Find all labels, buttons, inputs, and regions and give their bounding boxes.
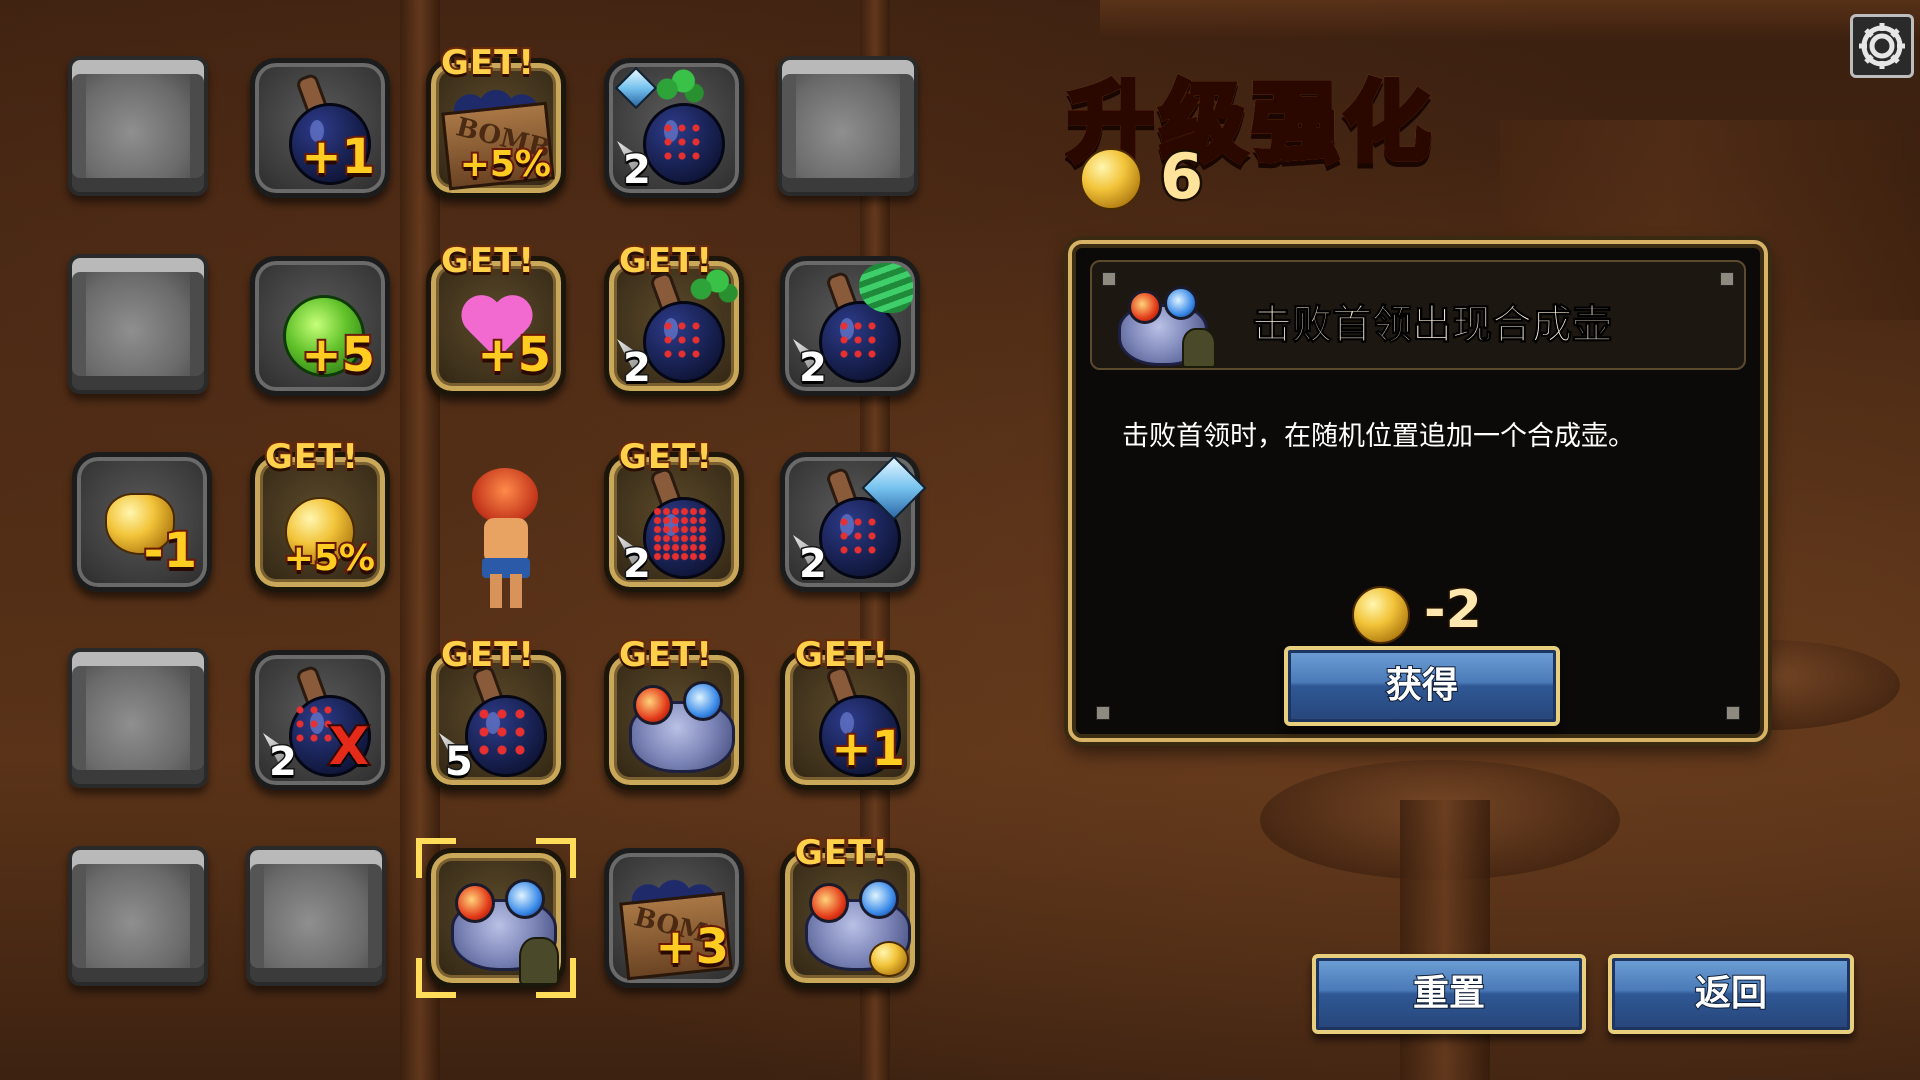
tile-bonus: +1 (299, 127, 377, 187)
locked-slot (246, 846, 386, 986)
tile-bonus: +5 (475, 325, 553, 385)
panel-title: 击败首领出现合成壶 (1252, 302, 1613, 349)
locked-slot (778, 56, 918, 196)
blast-pattern-icon (837, 319, 877, 359)
reset-button[interactable]: 重置 (1312, 954, 1586, 1034)
blast-pattern-icon (837, 515, 877, 555)
get-badge: GET! (263, 435, 360, 479)
coin-bag-icon (869, 941, 909, 977)
blast-pattern-icon (661, 121, 701, 161)
leaf-icon (685, 265, 739, 305)
upgrade-tile-bomb-count[interactable]: GET! 5 (426, 633, 566, 790)
rivet-icon (1726, 706, 1740, 720)
tile-count: 2 (622, 344, 653, 393)
locked-slot (68, 846, 208, 986)
settings-button[interactable] (1850, 14, 1914, 78)
back-button[interactable]: 返回 (1608, 954, 1854, 1034)
panel-description: 击败首领时，在随机位置追加一个合成壶。 (1122, 421, 1635, 452)
upgrade-tile-pot-coin[interactable]: GET! (780, 831, 920, 988)
upgrade-tile-bomb-grid[interactable]: GET! 2 (604, 435, 744, 592)
blast-pattern-icon (661, 319, 701, 359)
upgrade-detail-panel: 击败首领出现合成壶 击败首领时，在随机位置追加一个合成壶。 -2 获得 (1068, 240, 1768, 742)
tile-count: 2 (798, 540, 829, 589)
gold-coin-icon (1352, 586, 1410, 644)
cross-mark: X (327, 715, 371, 779)
gold-coin-icon (1080, 148, 1142, 210)
tile-count: 2 (622, 540, 653, 589)
upgrade-tile-coin-bag[interactable]: -1 (72, 452, 212, 592)
upgrade-tile-bomb-leaf[interactable]: GET! 2 (604, 239, 744, 396)
upgrade-tile-bomb-plus-gold[interactable]: GET! +1 (780, 633, 920, 790)
tile-count: 2 (268, 738, 299, 787)
tile-count: 2 (798, 344, 829, 393)
locked-slot (68, 648, 208, 788)
blast-pattern-icon (653, 507, 707, 561)
gear-icon (1859, 23, 1905, 69)
red-eye-icon (809, 883, 849, 923)
tile-bonus: +5 (299, 325, 377, 385)
upgrade-tile-bomb-crate[interactable]: GET! BOMB +5% (426, 41, 566, 198)
tile-bonus: +5% (458, 142, 553, 187)
get-badge: GET! (439, 239, 536, 283)
blue-eye-icon (683, 681, 723, 721)
get-badge: GET! (617, 633, 714, 677)
get-badge: GET! (439, 41, 536, 85)
upgrade-tile-bomb-plus[interactable]: +1 (250, 58, 390, 198)
upgrade-tile-bomb-gems[interactable]: 2 (604, 58, 744, 198)
pot-boss-icon (1112, 276, 1222, 368)
upgrade-tile-bomb-wind[interactable]: 2 (780, 256, 920, 396)
tile-bonus: +3 (653, 917, 731, 977)
rivet-icon (1720, 272, 1734, 286)
blue-eye-icon (859, 879, 899, 919)
locked-slot (68, 56, 208, 196)
upgrade-tile-pot[interactable]: GET! (604, 633, 744, 790)
upgrade-tile-gem[interactable]: +5 (250, 256, 390, 396)
currency-amount: 6 (1157, 138, 1205, 216)
blast-pattern-icon (475, 705, 529, 759)
player-character (450, 462, 560, 612)
tile-count: 5 (444, 738, 475, 787)
red-eye-icon (633, 685, 673, 725)
upgrade-cost: -2 (1422, 578, 1484, 642)
tile-bonus: +5% (282, 536, 377, 581)
panel-header: 击败首领出现合成壶 (1090, 260, 1746, 370)
tile-bonus: -1 (142, 521, 199, 581)
upgrade-tile-bomb-crate-plus[interactable]: BOMB +3 (604, 848, 744, 988)
upgrade-tile-bomb-cross[interactable]: 2 X (250, 650, 390, 790)
obtain-button[interactable]: 获得 (1284, 646, 1560, 726)
upgrade-tile-heart[interactable]: GET! +5 (426, 239, 566, 396)
tile-count: 2 (622, 146, 653, 195)
blast-pattern-icon (293, 703, 333, 743)
tile-bonus: +1 (829, 719, 907, 779)
rivet-icon (1096, 706, 1110, 720)
leaf-icon (651, 65, 705, 105)
get-badge: GET! (793, 831, 890, 875)
selection-frame (416, 838, 576, 998)
upgrade-tile-bomb-crystal[interactable]: 2 (780, 452, 927, 592)
locked-slot (68, 254, 208, 394)
upgrade-tile-coin[interactable]: GET! +5% (250, 435, 390, 592)
